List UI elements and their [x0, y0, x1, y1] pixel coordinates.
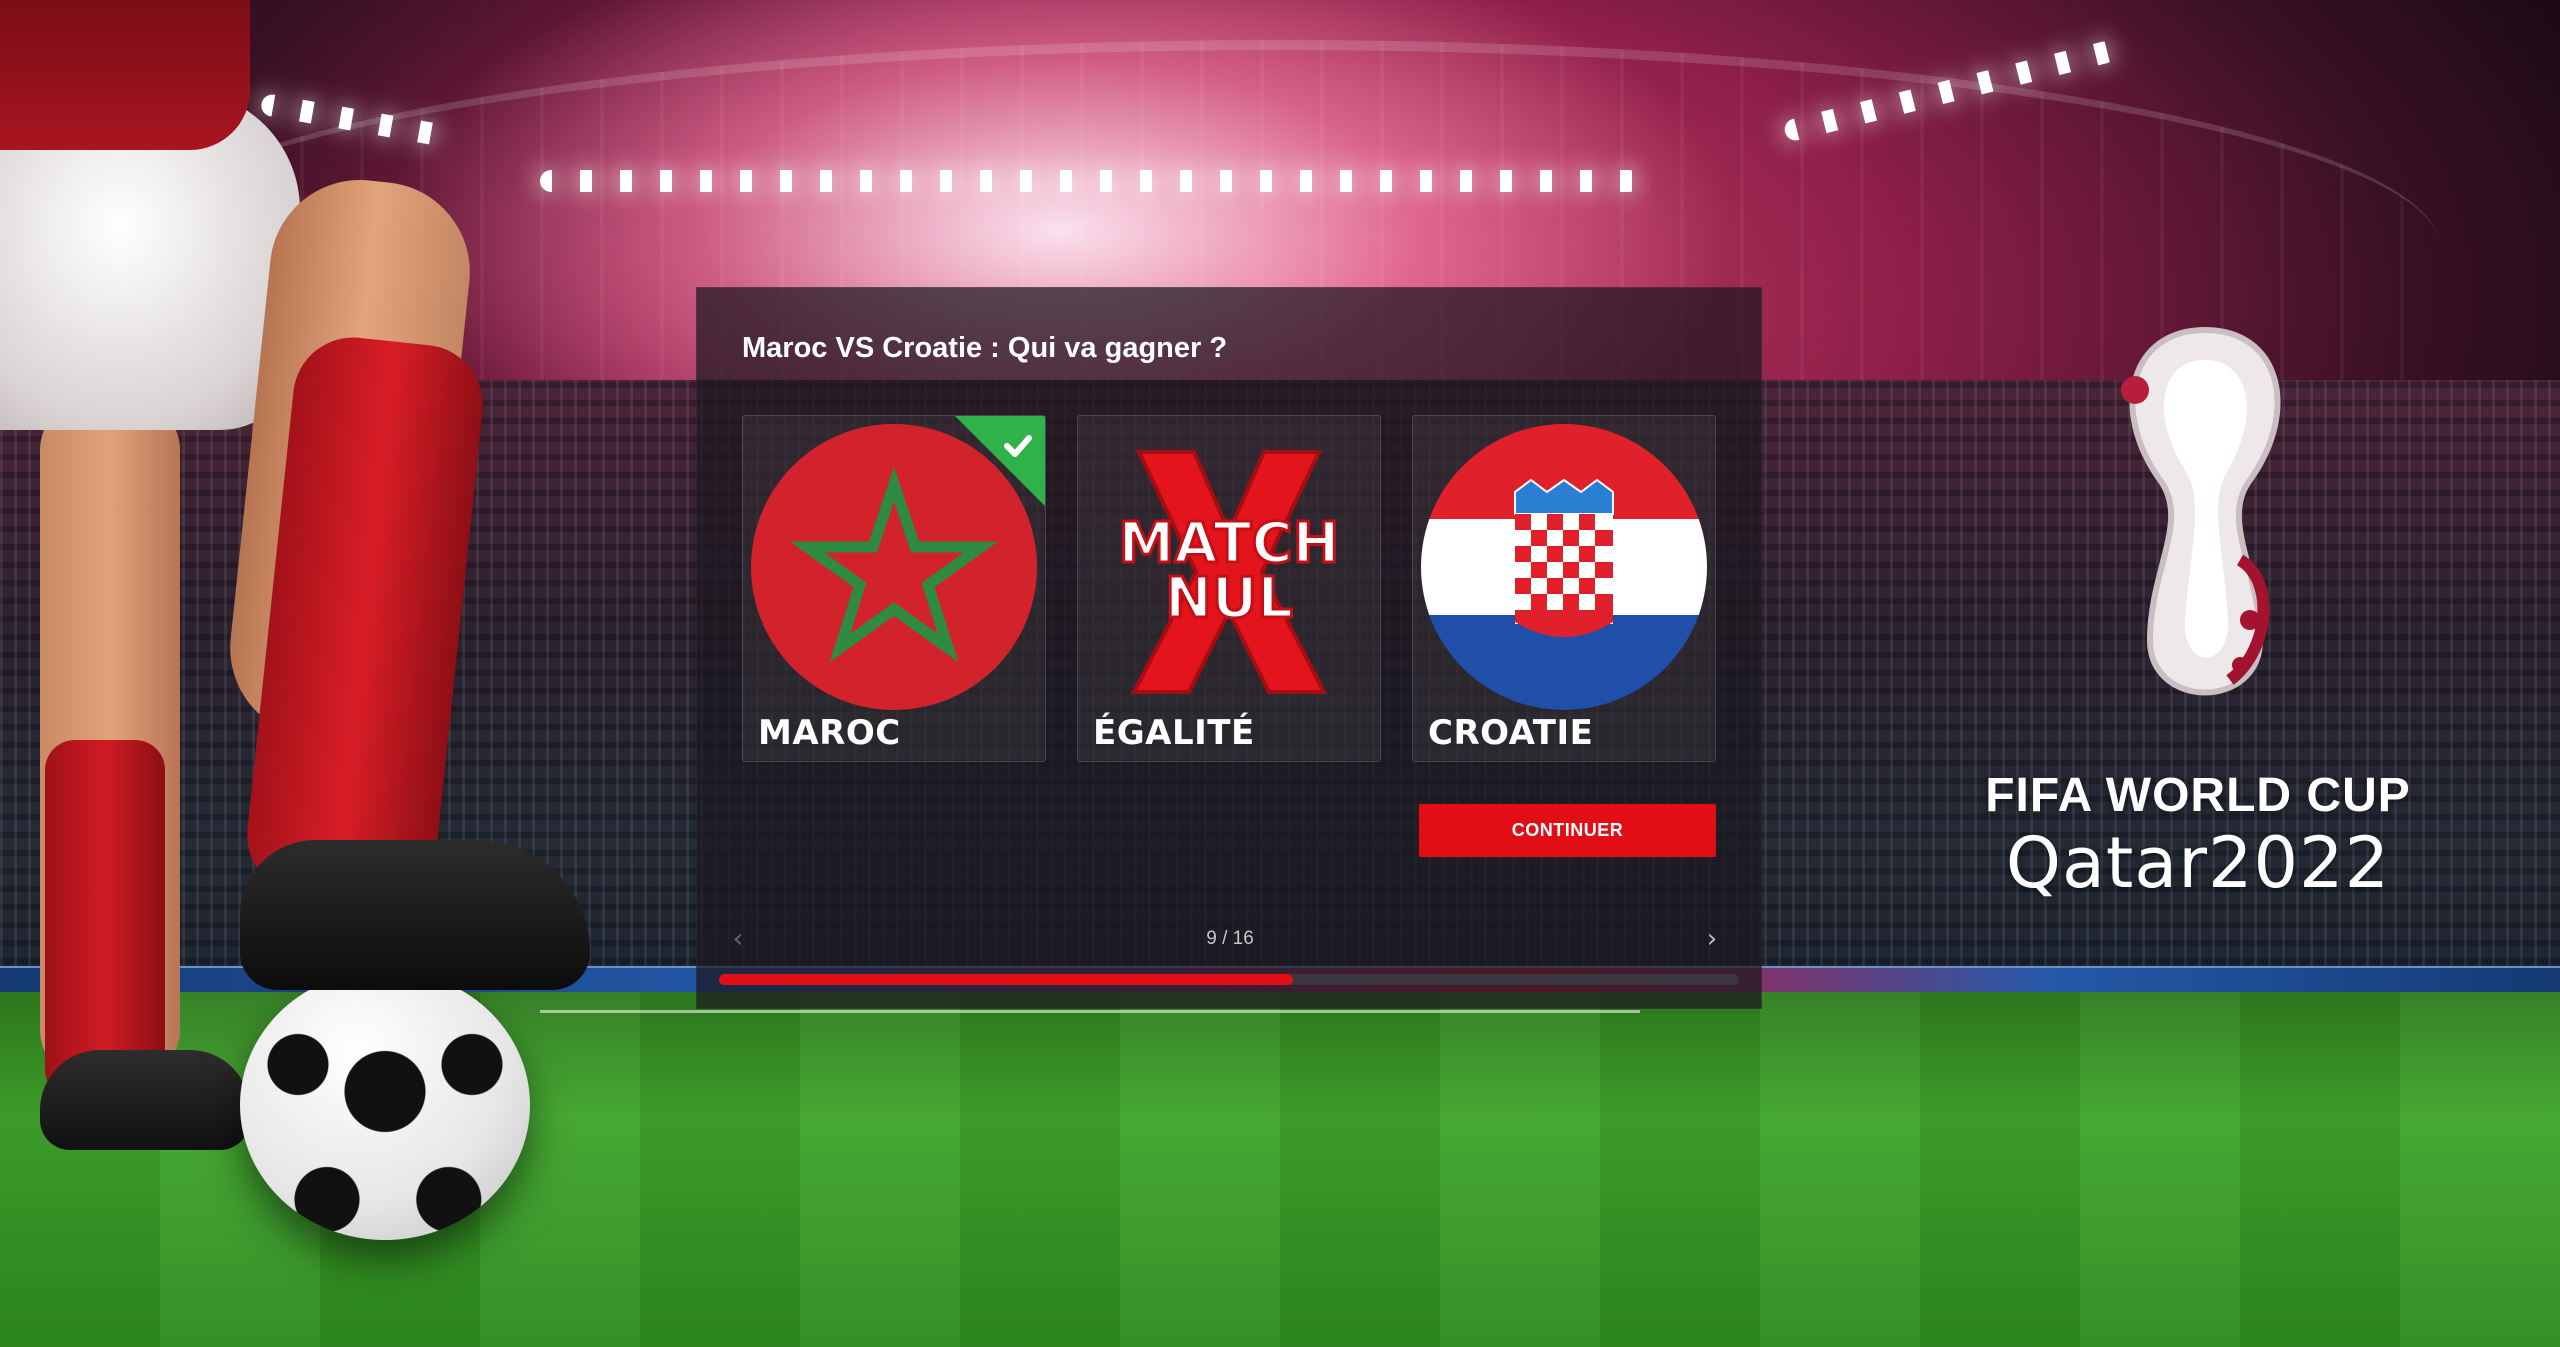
match-nul-icon: MATCH NUL: [1117, 450, 1341, 694]
option-croatie[interactable]: CROATIE: [1412, 415, 1716, 762]
option-label-egalite: ÉGALITÉ: [1093, 713, 1255, 753]
soccer-ball: [240, 970, 530, 1240]
page-counter: 9 / 16: [1206, 928, 1254, 949]
quiz-panel: Maroc VS Croatie : Qui va gagner ? MAROC…: [696, 287, 1762, 1009]
quiz-question: Maroc VS Croatie : Qui va gagner ?: [742, 332, 1228, 364]
progress-bar: [719, 974, 1739, 985]
croatia-flag-icon: [1421, 424, 1707, 710]
selected-check-icon: [955, 416, 1045, 506]
nul-text: NUL: [1165, 566, 1293, 631]
world-cup-emblem-icon: [2121, 326, 2281, 696]
option-label-maroc: MAROC: [758, 713, 901, 753]
continue-button[interactable]: CONTINUER: [1419, 804, 1716, 857]
pitch-line: [540, 1010, 1640, 1013]
option-egalite[interactable]: MATCH NUL ÉGALITÉ: [1077, 415, 1381, 762]
world-cup-subtitle: Qatar2022: [2005, 822, 2391, 904]
world-cup-title: FIFA WORLD CUP: [1985, 769, 2411, 822]
chevron-right-icon[interactable]: ›: [1697, 924, 1727, 954]
option-maroc[interactable]: MAROC: [742, 415, 1046, 762]
option-label-croatie: CROATIE: [1428, 713, 1594, 753]
player-front-shoe: [240, 840, 590, 990]
floodlights-row: [540, 170, 1640, 192]
progress-bar-fill: [719, 974, 1293, 985]
player-back-shoe: [40, 1050, 250, 1150]
player-back-sock: [45, 740, 165, 1100]
player-shirt: [0, 0, 250, 150]
